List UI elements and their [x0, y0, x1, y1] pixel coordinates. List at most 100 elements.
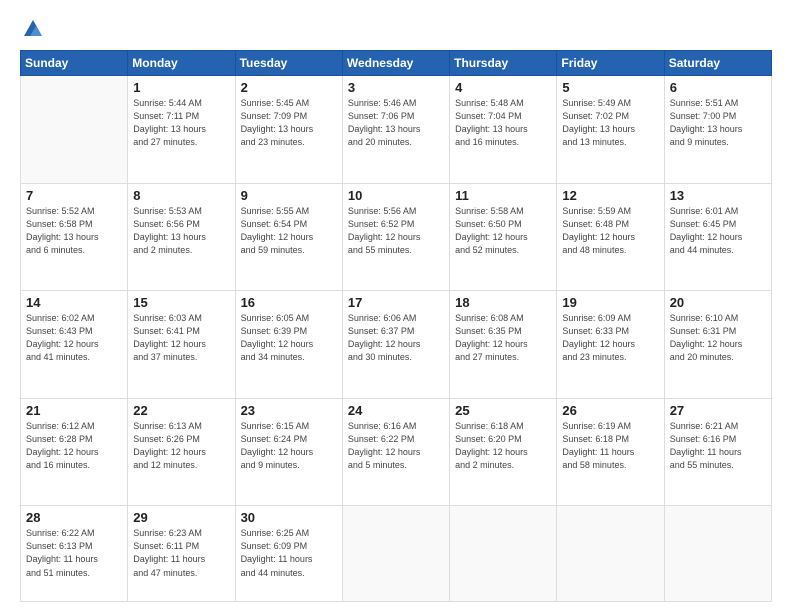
- calendar-week-row: 1 Sunrise: 5:44 AM Sunset: 7:11 PM Daylig…: [21, 76, 772, 184]
- calendar-table: SundayMondayTuesdayWednesdayThursdayFrid…: [20, 50, 772, 602]
- day-info: Sunrise: 5:58 AM Sunset: 6:50 PM Dayligh…: [455, 205, 551, 257]
- calendar-cell: 5 Sunrise: 5:49 AM Sunset: 7:02 PM Daylig…: [557, 76, 664, 184]
- day-info: Sunrise: 6:23 AM Sunset: 6:11 PM Dayligh…: [133, 527, 229, 579]
- calendar-cell: 24 Sunrise: 6:16 AM Sunset: 6:22 PM Dayli…: [342, 398, 449, 506]
- calendar-cell: 20 Sunrise: 6:10 AM Sunset: 6:31 PM Dayli…: [664, 291, 771, 399]
- calendar-cell: 6Sunrise: 5:51 AM Sunset: 7:00 PM Daylig…: [664, 76, 771, 184]
- header: [20, 18, 772, 40]
- calendar-cell: 16 Sunrise: 6:05 AM Sunset: 6:39 PM Dayli…: [235, 291, 342, 399]
- weekday-header-sunday: Sunday: [21, 51, 128, 76]
- day-info: Sunrise: 5:55 AM Sunset: 6:54 PM Dayligh…: [241, 205, 337, 257]
- day-info: Sunrise: 6:06 AM Sunset: 6:37 PM Dayligh…: [348, 312, 444, 364]
- day-number: 24: [348, 403, 444, 418]
- day-number: 16: [241, 295, 337, 310]
- day-number: 20: [670, 295, 766, 310]
- calendar-cell: 19Sunrise: 6:09 AM Sunset: 6:33 PM Dayli…: [557, 291, 664, 399]
- day-number: 11: [455, 188, 551, 203]
- day-info: Sunrise: 6:13 AM Sunset: 6:26 PM Dayligh…: [133, 420, 229, 472]
- calendar-cell: 28 Sunrise: 6:22 AM Sunset: 6:13 PM Dayli…: [21, 506, 128, 602]
- day-number: 2: [241, 80, 337, 95]
- day-number: 26: [562, 403, 658, 418]
- calendar-cell: 18 Sunrise: 6:08 AM Sunset: 6:35 PM Dayli…: [450, 291, 557, 399]
- day-number: 21: [26, 403, 122, 418]
- day-info: Sunrise: 6:02 AM Sunset: 6:43 PM Dayligh…: [26, 312, 122, 364]
- weekday-header-tuesday: Tuesday: [235, 51, 342, 76]
- calendar-header-row: SundayMondayTuesdayWednesdayThursdayFrid…: [21, 51, 772, 76]
- day-number: 14: [26, 295, 122, 310]
- day-number: 12: [562, 188, 658, 203]
- day-info: Sunrise: 6:03 AM Sunset: 6:41 PM Dayligh…: [133, 312, 229, 364]
- calendar-cell: [664, 506, 771, 602]
- day-number: 25: [455, 403, 551, 418]
- day-number: 3: [348, 80, 444, 95]
- day-info: Sunrise: 6:05 AM Sunset: 6:39 PM Dayligh…: [241, 312, 337, 364]
- day-info: Sunrise: 5:59 AM Sunset: 6:48 PM Dayligh…: [562, 205, 658, 257]
- calendar-cell: 27Sunrise: 6:21 AM Sunset: 6:16 PM Dayli…: [664, 398, 771, 506]
- day-info: Sunrise: 5:49 AM Sunset: 7:02 PM Dayligh…: [562, 97, 658, 149]
- calendar-cell: 2 Sunrise: 5:45 AM Sunset: 7:09 PM Daylig…: [235, 76, 342, 184]
- day-info: Sunrise: 6:10 AM Sunset: 6:31 PM Dayligh…: [670, 312, 766, 364]
- calendar-cell: 13 Sunrise: 6:01 AM Sunset: 6:45 PM Dayli…: [664, 183, 771, 291]
- calendar-cell: 10Sunrise: 5:56 AM Sunset: 6:52 PM Dayli…: [342, 183, 449, 291]
- calendar-week-row: 21 Sunrise: 6:12 AM Sunset: 6:28 PM Dayli…: [21, 398, 772, 506]
- day-number: 10: [348, 188, 444, 203]
- day-info: Sunrise: 5:46 AM Sunset: 7:06 PM Dayligh…: [348, 97, 444, 149]
- day-number: 17: [348, 295, 444, 310]
- day-number: 19: [562, 295, 658, 310]
- weekday-header-thursday: Thursday: [450, 51, 557, 76]
- calendar-cell: 22 Sunrise: 6:13 AM Sunset: 6:26 PM Dayli…: [128, 398, 235, 506]
- logo: [20, 18, 44, 40]
- day-number: 29: [133, 510, 229, 525]
- day-number: 5: [562, 80, 658, 95]
- day-number: 15: [133, 295, 229, 310]
- calendar-cell: [21, 76, 128, 184]
- day-number: 6: [670, 80, 766, 95]
- calendar-cell: 7 Sunrise: 5:52 AM Sunset: 6:58 PM Daylig…: [21, 183, 128, 291]
- day-info: Sunrise: 5:44 AM Sunset: 7:11 PM Dayligh…: [133, 97, 229, 149]
- calendar-week-row: 28 Sunrise: 6:22 AM Sunset: 6:13 PM Dayli…: [21, 506, 772, 602]
- day-number: 28: [26, 510, 122, 525]
- calendar-cell: [342, 506, 449, 602]
- day-info: Sunrise: 5:52 AM Sunset: 6:58 PM Dayligh…: [26, 205, 122, 257]
- calendar-cell: 4 Sunrise: 5:48 AM Sunset: 7:04 PM Daylig…: [450, 76, 557, 184]
- calendar-cell: [450, 506, 557, 602]
- calendar-cell: 25Sunrise: 6:18 AM Sunset: 6:20 PM Dayli…: [450, 398, 557, 506]
- day-info: Sunrise: 6:19 AM Sunset: 6:18 PM Dayligh…: [562, 420, 658, 472]
- calendar-cell: 30 Sunrise: 6:25 AM Sunset: 6:09 PM Dayli…: [235, 506, 342, 602]
- day-info: Sunrise: 6:15 AM Sunset: 6:24 PM Dayligh…: [241, 420, 337, 472]
- day-info: Sunrise: 6:22 AM Sunset: 6:13 PM Dayligh…: [26, 527, 122, 579]
- logo-icon: [22, 18, 44, 40]
- day-number: 1: [133, 80, 229, 95]
- day-info: Sunrise: 6:25 AM Sunset: 6:09 PM Dayligh…: [241, 527, 337, 579]
- day-number: 7: [26, 188, 122, 203]
- calendar-cell: 3 Sunrise: 5:46 AM Sunset: 7:06 PM Daylig…: [342, 76, 449, 184]
- calendar-cell: 11 Sunrise: 5:58 AM Sunset: 6:50 PM Dayli…: [450, 183, 557, 291]
- calendar-cell: 21 Sunrise: 6:12 AM Sunset: 6:28 PM Dayli…: [21, 398, 128, 506]
- day-info: Sunrise: 6:16 AM Sunset: 6:22 PM Dayligh…: [348, 420, 444, 472]
- day-info: Sunrise: 6:12 AM Sunset: 6:28 PM Dayligh…: [26, 420, 122, 472]
- day-info: Sunrise: 6:08 AM Sunset: 6:35 PM Dayligh…: [455, 312, 551, 364]
- day-number: 22: [133, 403, 229, 418]
- calendar-cell: 15 Sunrise: 6:03 AM Sunset: 6:41 PM Dayli…: [128, 291, 235, 399]
- day-info: Sunrise: 5:48 AM Sunset: 7:04 PM Dayligh…: [455, 97, 551, 149]
- day-number: 18: [455, 295, 551, 310]
- calendar-cell: 9 Sunrise: 5:55 AM Sunset: 6:54 PM Daylig…: [235, 183, 342, 291]
- day-number: 13: [670, 188, 766, 203]
- calendar-cell: 23 Sunrise: 6:15 AM Sunset: 6:24 PM Dayli…: [235, 398, 342, 506]
- day-number: 4: [455, 80, 551, 95]
- day-info: Sunrise: 5:45 AM Sunset: 7:09 PM Dayligh…: [241, 97, 337, 149]
- calendar-week-row: 14 Sunrise: 6:02 AM Sunset: 6:43 PM Dayli…: [21, 291, 772, 399]
- day-number: 27: [670, 403, 766, 418]
- calendar-cell: 14 Sunrise: 6:02 AM Sunset: 6:43 PM Dayli…: [21, 291, 128, 399]
- day-number: 30: [241, 510, 337, 525]
- day-number: 8: [133, 188, 229, 203]
- day-number: 9: [241, 188, 337, 203]
- weekday-header-saturday: Saturday: [664, 51, 771, 76]
- calendar-cell: 17 Sunrise: 6:06 AM Sunset: 6:37 PM Dayli…: [342, 291, 449, 399]
- day-number: 23: [241, 403, 337, 418]
- day-info: Sunrise: 6:01 AM Sunset: 6:45 PM Dayligh…: [670, 205, 766, 257]
- day-info: Sunrise: 5:53 AM Sunset: 6:56 PM Dayligh…: [133, 205, 229, 257]
- page: SundayMondayTuesdayWednesdayThursdayFrid…: [0, 0, 792, 612]
- calendar-cell: 1 Sunrise: 5:44 AM Sunset: 7:11 PM Daylig…: [128, 76, 235, 184]
- weekday-header-friday: Friday: [557, 51, 664, 76]
